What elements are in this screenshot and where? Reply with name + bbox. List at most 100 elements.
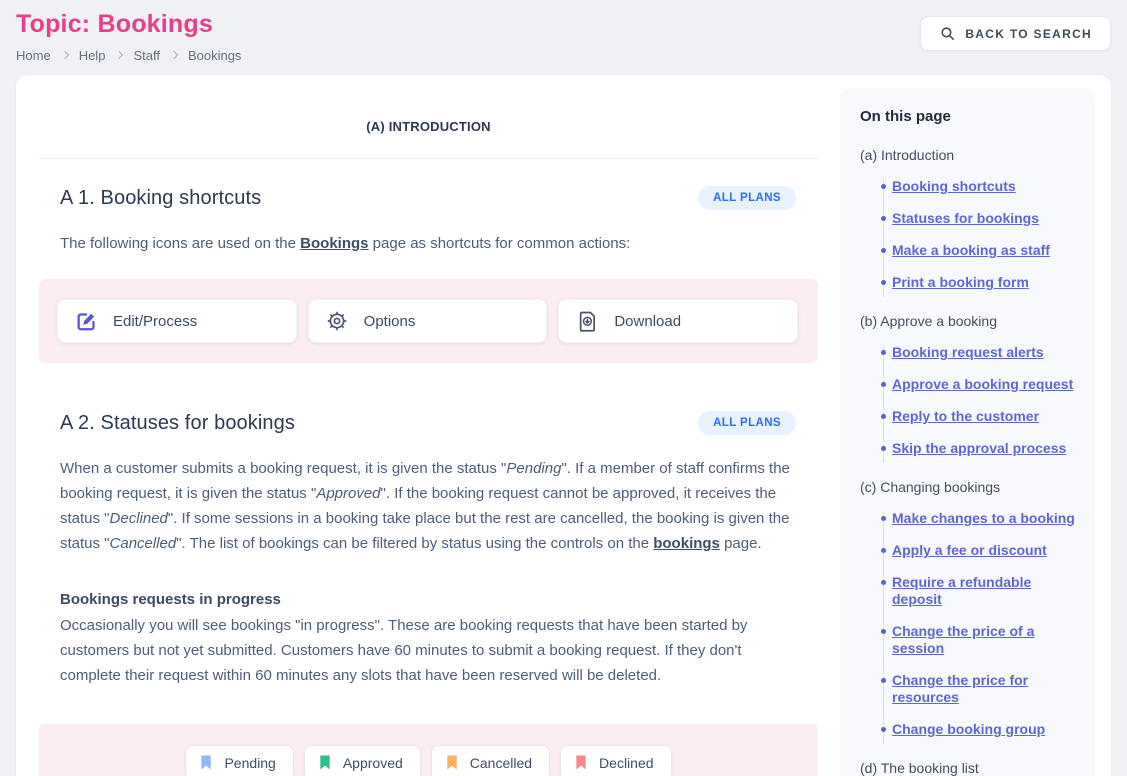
shortcut-edit-process: Edit/Process xyxy=(57,299,297,343)
breadcrumb-staff[interactable]: Staff xyxy=(133,48,160,63)
section-a1-heading: A 1. Booking shortcuts xyxy=(60,187,261,210)
bullet-dot-icon xyxy=(881,248,886,253)
toc-item: Skip the approval process xyxy=(892,440,1079,457)
status-name-approved: Approved xyxy=(316,485,380,502)
toc-group-b-label: (b) Approve a booking xyxy=(860,313,1079,329)
section-kicker: (A) INTRODUCTION xyxy=(39,119,818,134)
on-this-page-panel: On this page (a) Introduction Booking sh… xyxy=(840,88,1095,776)
back-to-search-button[interactable]: BACK TO SEARCH xyxy=(920,16,1111,51)
section-a1-intro: The following icons are used on the Book… xyxy=(60,231,800,256)
page-header: Topic: Bookings Home Help Staff Bookings… xyxy=(16,0,1111,70)
toc-item: Make changes to a booking xyxy=(892,510,1079,527)
bookmark-icon xyxy=(318,754,332,771)
toc-link-reply-to-the-customer[interactable]: Reply to the customer xyxy=(892,408,1039,424)
bullet-dot-icon xyxy=(881,350,886,355)
toc-group-c-label: (c) Changing bookings xyxy=(860,479,1079,495)
bullet-dot-icon xyxy=(881,216,886,221)
toc-item: Change the price of a session xyxy=(892,623,1079,657)
chevron-right-icon xyxy=(115,51,123,59)
shortcut-label: Options xyxy=(364,313,416,330)
toc-item: Require a refundable deposit xyxy=(892,574,1079,608)
toc-link-skip-the-approval-process[interactable]: Skip the approval process xyxy=(892,440,1066,456)
toc-item: Change the price for resources xyxy=(892,672,1079,706)
article: (A) INTRODUCTION A 1. Booking shortcuts … xyxy=(39,75,818,776)
toc-item: Apply a fee or discount xyxy=(892,542,1079,559)
toc-title: On this page xyxy=(860,108,1079,125)
status-chip-label: Cancelled xyxy=(470,755,532,771)
status-chip-declined: Declined xyxy=(560,745,671,776)
status-text: When a customer submits a booking reques… xyxy=(60,460,506,477)
toc-item: Booking request alerts xyxy=(892,344,1079,361)
bookings-page-link[interactable]: bookings xyxy=(653,535,720,552)
toc-link-change-booking-group[interactable]: Change booking group xyxy=(892,721,1045,737)
in-progress-paragraph: Occasionally you will see bookings "in p… xyxy=(60,613,800,688)
breadcrumb-home[interactable]: Home xyxy=(16,48,51,63)
chevron-right-icon xyxy=(60,51,68,59)
bullet-dot-icon xyxy=(881,184,886,189)
status-chip-approved: Approved xyxy=(304,745,421,776)
toc-group-a-label: (a) Introduction xyxy=(860,147,1079,163)
toc-link-change-the-price-for-resources[interactable]: Change the price for resources xyxy=(892,672,1028,705)
toc-group-b-list: Booking request alerts Approve a booking… xyxy=(860,344,1079,457)
bookings-page-link[interactable]: Bookings xyxy=(300,235,368,252)
status-chip-label: Approved xyxy=(343,755,403,771)
status-chip-label: Pending xyxy=(224,755,275,771)
breadcrumb-help[interactable]: Help xyxy=(79,48,106,63)
all-plans-badge: ALL PLANS xyxy=(698,186,796,210)
toc-link-apply-a-fee-or-discount[interactable]: Apply a fee or discount xyxy=(892,542,1047,558)
back-to-search-label: BACK TO SEARCH xyxy=(965,27,1092,41)
shortcut-label: Edit/Process xyxy=(113,313,197,330)
toc-group-d-label: (d) The booking list xyxy=(860,760,1079,776)
breadcrumb-current: Bookings xyxy=(188,48,241,63)
toc-item: Statuses for bookings xyxy=(892,210,1079,227)
shortcut-options: Options xyxy=(308,299,548,343)
toc-group-a-list: Booking shortcuts Statuses for bookings … xyxy=(860,178,1079,291)
toc-link-require-a-refundable-deposit[interactable]: Require a refundable deposit xyxy=(892,574,1031,607)
toc-link-statuses-for-bookings[interactable]: Statuses for bookings xyxy=(892,210,1039,226)
toc-link-approve-a-booking-request[interactable]: Approve a booking request xyxy=(892,376,1073,392)
shortcuts-panel: Edit/Process Options xyxy=(39,279,818,363)
bullet-dot-icon xyxy=(881,727,886,732)
shortcut-label: Download xyxy=(614,313,681,330)
bullet-dot-icon xyxy=(881,382,886,387)
toc-link-change-the-price-of-a-session[interactable]: Change the price of a session xyxy=(892,623,1034,656)
bullet-dot-icon xyxy=(881,629,886,634)
bullet-dot-icon xyxy=(881,516,886,521)
toc-link-print-a-booking-form[interactable]: Print a booking form xyxy=(892,274,1029,290)
bullet-dot-icon xyxy=(881,548,886,553)
intro-text: The following icons are used on the xyxy=(60,235,300,252)
intro-text: page as shortcuts for common actions: xyxy=(369,235,631,252)
toc-group-c-list: Make changes to a booking Apply a fee or… xyxy=(860,510,1079,738)
gear-icon xyxy=(327,311,348,332)
file-download-icon xyxy=(577,311,598,332)
bullet-dot-icon xyxy=(881,678,886,683)
bookmark-icon xyxy=(574,754,588,771)
main-card: (A) INTRODUCTION A 1. Booking shortcuts … xyxy=(16,75,1111,776)
page-title: Topic: Bookings xyxy=(16,0,241,39)
bullet-dot-icon xyxy=(881,280,886,285)
status-chip-cancelled: Cancelled xyxy=(431,745,550,776)
divider xyxy=(39,158,818,159)
toc-link-booking-request-alerts[interactable]: Booking request alerts xyxy=(892,344,1044,360)
toc-item: Make a booking as staff xyxy=(892,242,1079,259)
toc-item: Approve a booking request xyxy=(892,376,1079,393)
toc-item: Change booking group xyxy=(892,721,1079,738)
status-name-cancelled: Cancelled xyxy=(110,535,177,552)
breadcrumb: Home Help Staff Bookings xyxy=(16,48,241,63)
in-progress-subheading: Bookings requests in progress xyxy=(60,591,818,608)
bullet-dot-icon xyxy=(881,446,886,451)
edit-square-icon xyxy=(76,311,97,332)
toc-link-make-changes-to-a-booking[interactable]: Make changes to a booking xyxy=(892,510,1075,526)
toc-item: Reply to the customer xyxy=(892,408,1079,425)
status-text: page. xyxy=(720,535,762,552)
status-chip-label: Declined xyxy=(599,755,653,771)
section-a2-header: A 2. Statuses for bookings ALL PLANS xyxy=(60,411,796,435)
all-plans-badge: ALL PLANS xyxy=(698,411,796,435)
status-name-pending: Pending xyxy=(506,460,561,477)
toc-link-booking-shortcuts[interactable]: Booking shortcuts xyxy=(892,178,1016,194)
toc-link-make-a-booking-as-staff[interactable]: Make a booking as staff xyxy=(892,242,1050,258)
statuses-panel: Pending Approved Cancelled Declined xyxy=(39,724,818,776)
status-chip-pending: Pending xyxy=(185,745,293,776)
bullet-dot-icon xyxy=(881,414,886,419)
bookmark-icon xyxy=(199,754,213,771)
